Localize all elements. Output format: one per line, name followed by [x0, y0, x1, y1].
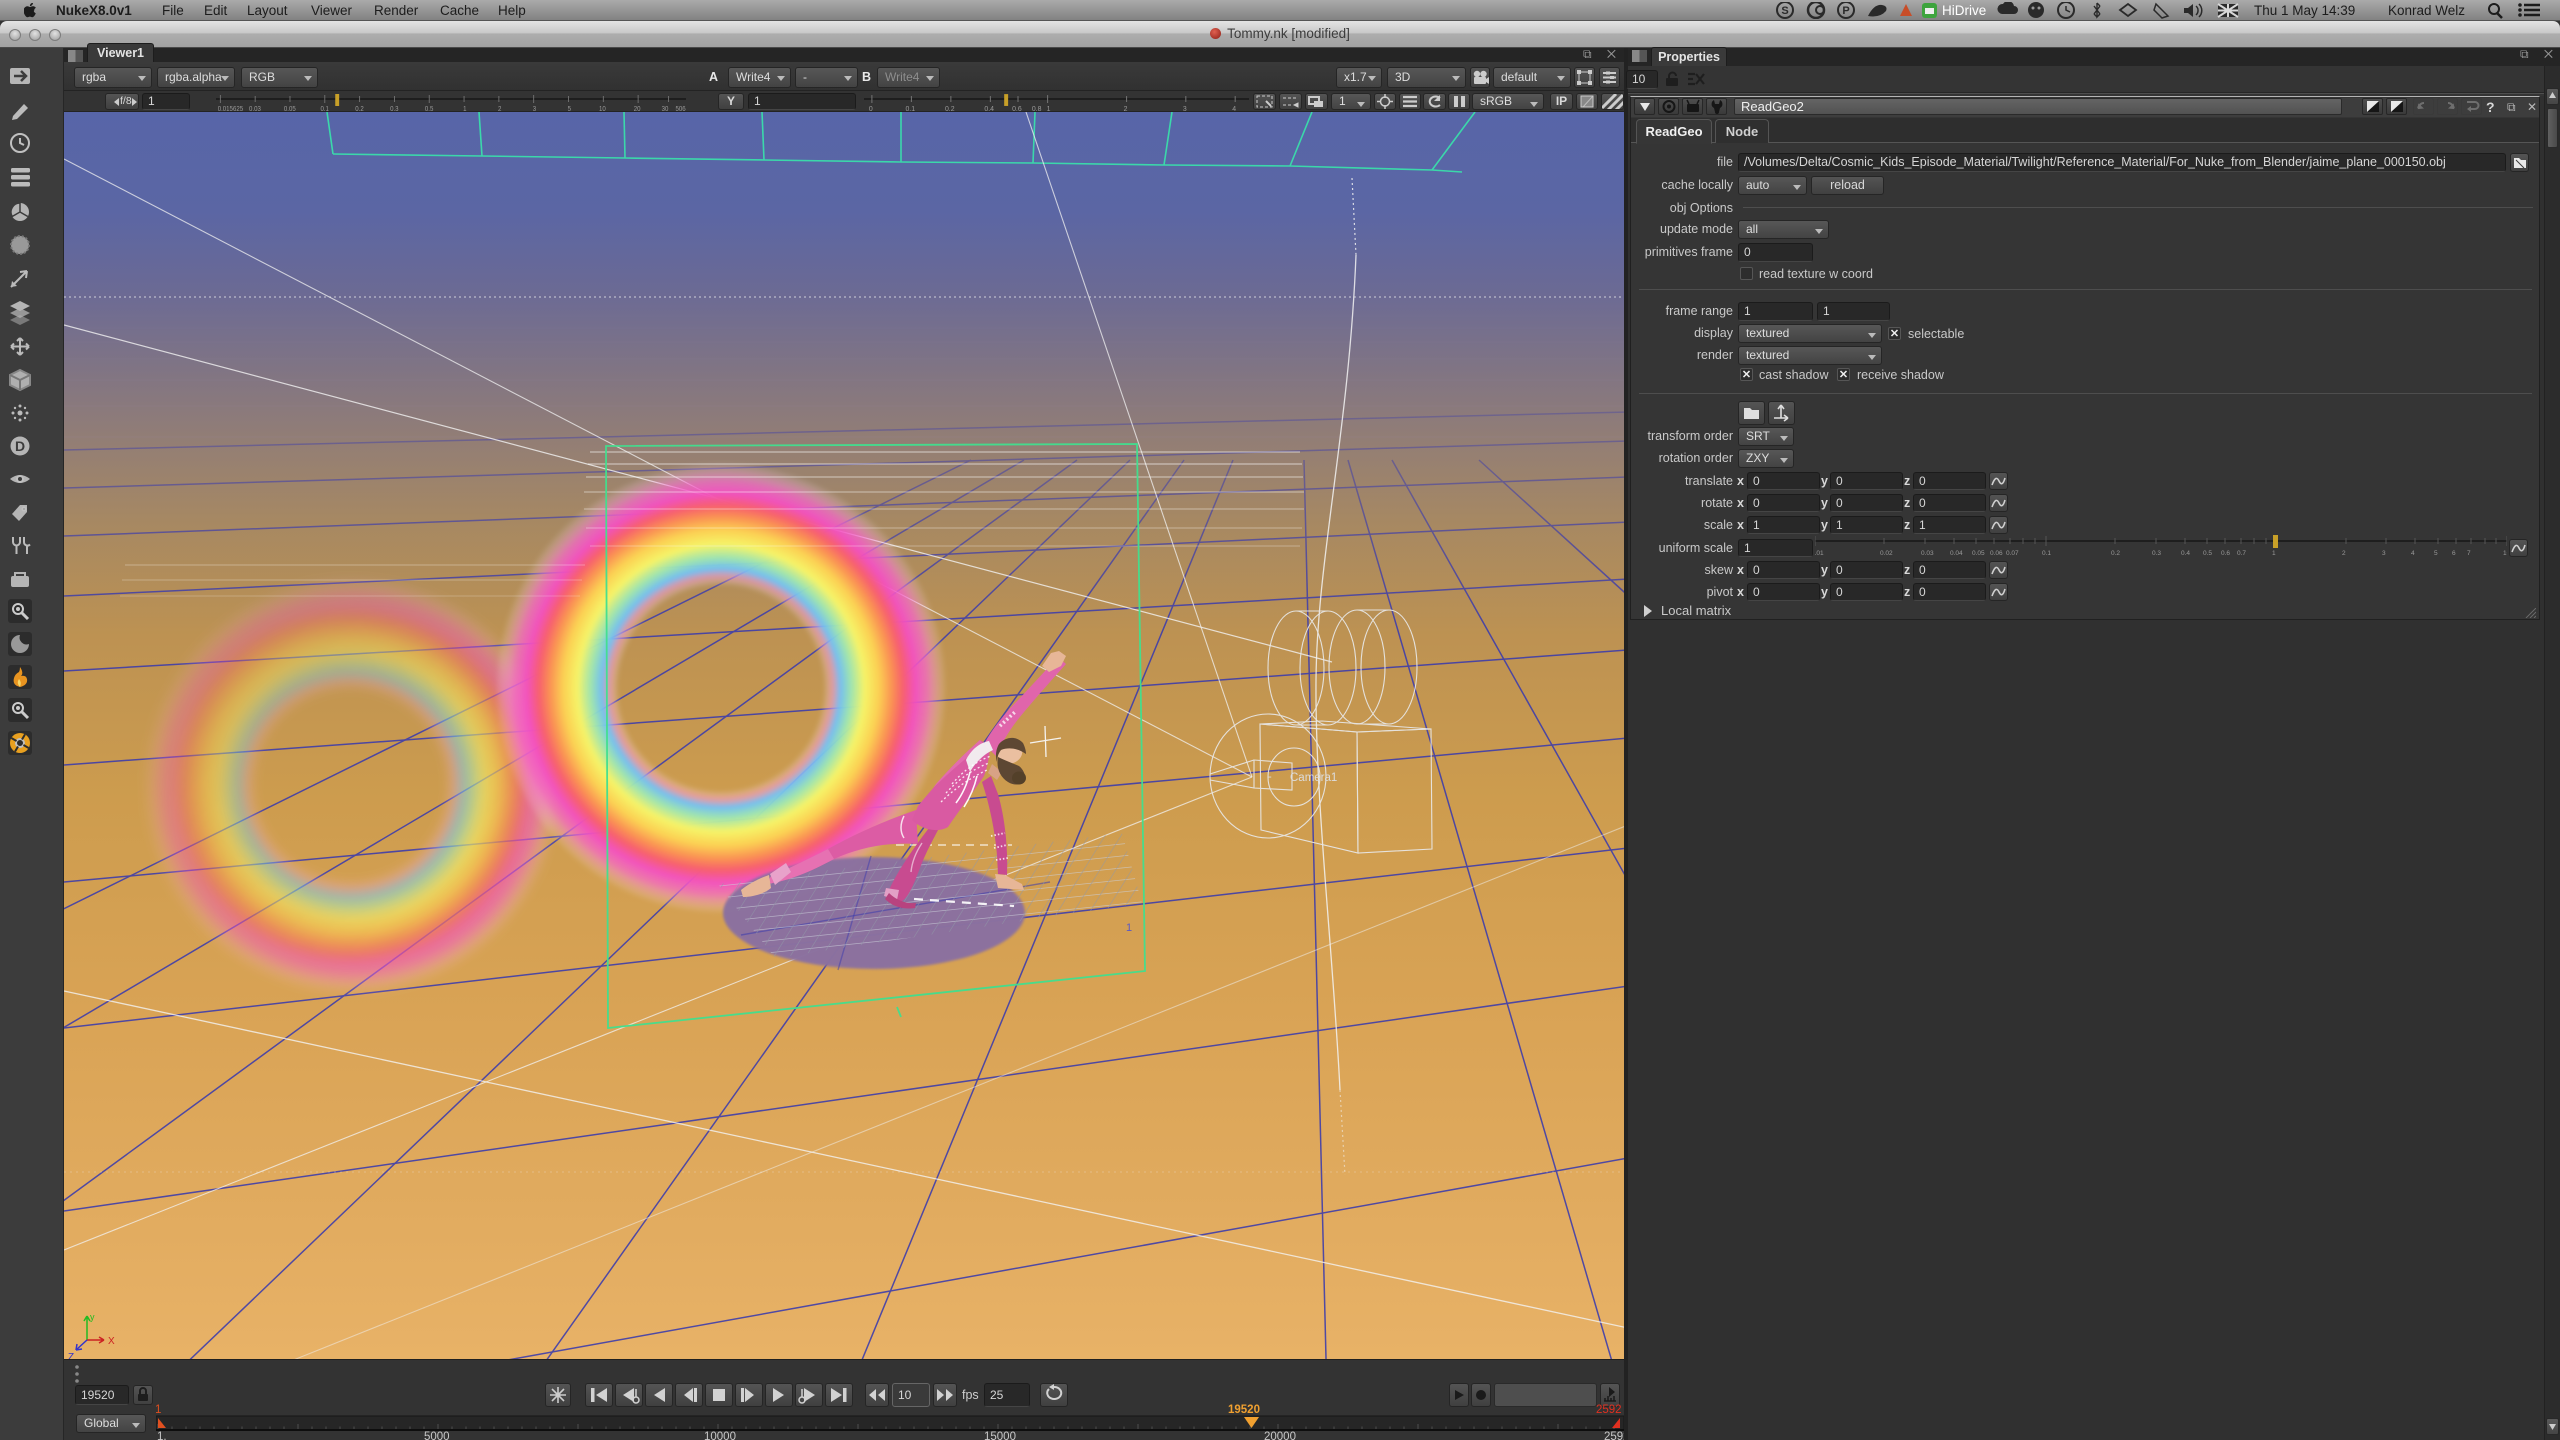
svg-text:4: 4 [2411, 550, 2415, 557]
svg-text:0.03: 0.03 [1921, 550, 1934, 557]
svg-text:19520: 19520 [1228, 1404, 1260, 1416]
svg-text:0.2: 0.2 [2111, 550, 2120, 557]
svg-text:1: 1 [1126, 922, 1132, 934]
svg-text:-: - [1268, 771, 1272, 783]
svg-text:7: 7 [2467, 550, 2471, 557]
svg-text:20000: 20000 [1264, 1431, 1296, 1440]
svg-text:2592: 2592 [1596, 1404, 1622, 1416]
svg-text:0.7: 0.7 [2237, 550, 2246, 557]
svg-text:0.02: 0.02 [1880, 550, 1893, 557]
svg-text:P: P [1842, 5, 1849, 17]
svg-text:5000: 5000 [424, 1431, 450, 1440]
svg-text:10: 10 [2503, 550, 2507, 557]
svg-text:15000: 15000 [984, 1431, 1016, 1440]
svg-text:1.: 1. [157, 1431, 167, 1440]
svg-text:1: 1 [156, 1404, 161, 1416]
svg-text:0.05: 0.05 [1972, 550, 1985, 557]
svg-text:Thu 1 May 14:39: Thu 1 May 14:39 [2254, 3, 2355, 18]
svg-text:2592: 2592 [1604, 1431, 1624, 1440]
svg-text:0.04: 0.04 [1950, 550, 1963, 557]
svg-text:10000: 10000 [704, 1431, 736, 1440]
svg-text:0.4: 0.4 [2181, 550, 2190, 557]
svg-text:0.01: 0.01 [1815, 550, 1824, 557]
svg-text:Konrad Welz: Konrad Welz [2388, 3, 2465, 18]
svg-text:0.06: 0.06 [1990, 550, 2003, 557]
svg-text:0.07: 0.07 [2006, 550, 2019, 557]
svg-text:3: 3 [2382, 550, 2386, 557]
svg-text:y: y [90, 1312, 95, 1322]
svg-text:0.6: 0.6 [2221, 550, 2230, 557]
svg-text:S: S [1781, 5, 1788, 17]
svg-text:1: 1 [2272, 550, 2276, 557]
svg-text:5: 5 [2434, 550, 2438, 557]
svg-text:D: D [15, 438, 25, 454]
svg-text:6: 6 [2452, 550, 2456, 557]
svg-text:Z: Z [68, 1352, 74, 1359]
svg-text:HiDrive: HiDrive [1942, 3, 1986, 18]
svg-text:X: X [108, 1336, 115, 1347]
svg-text:0.5: 0.5 [2203, 550, 2212, 557]
svg-text:2: 2 [2342, 550, 2346, 557]
svg-text:0.1: 0.1 [2042, 550, 2051, 557]
svg-text:Camera1: Camera1 [1290, 772, 1337, 784]
svg-text:0.3: 0.3 [2152, 550, 2161, 557]
